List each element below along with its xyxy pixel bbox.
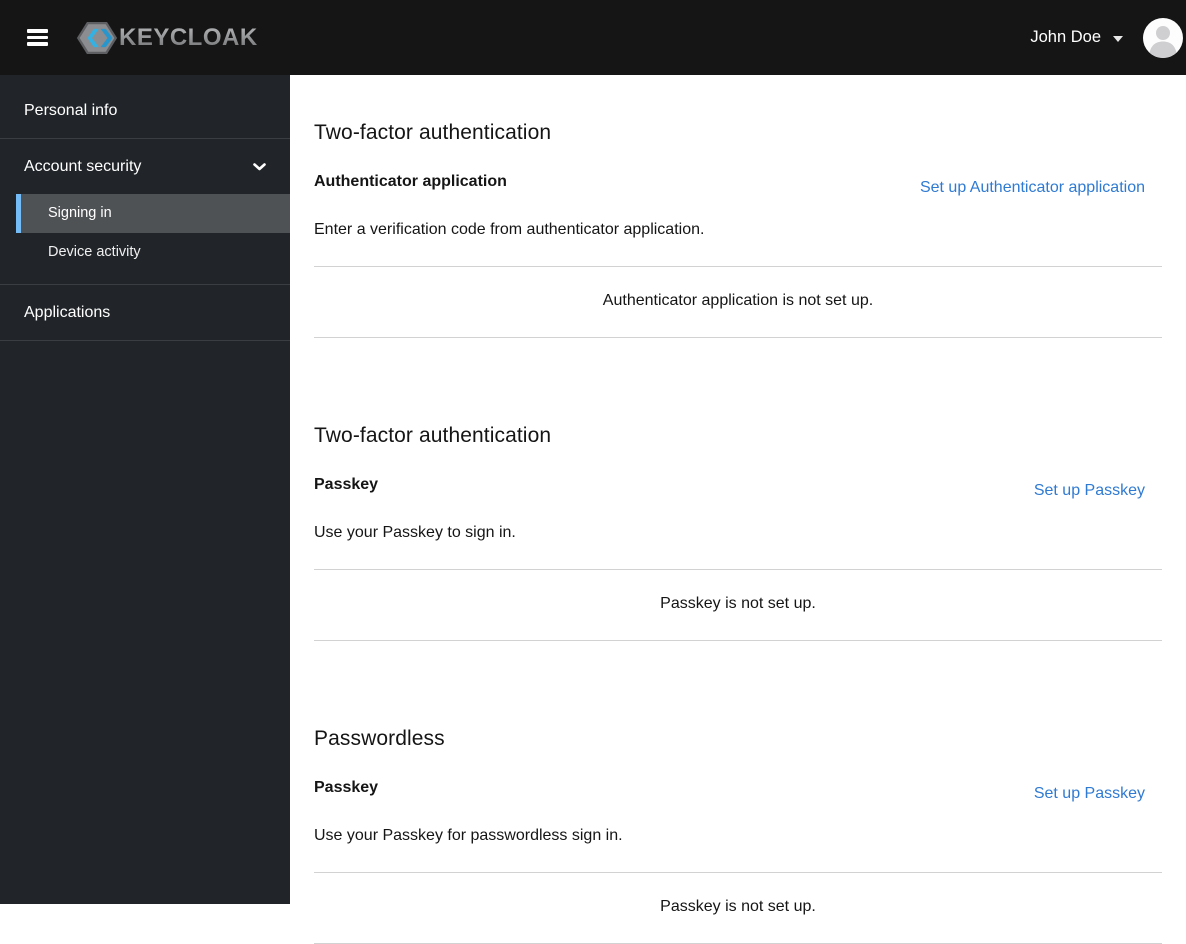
- sidebar-item-label: Applications: [24, 304, 111, 321]
- sidebar-item-account-security[interactable]: Account security: [0, 147, 290, 186]
- credential-description: Use your Passkey for passwordless sign i…: [314, 827, 623, 844]
- keycloak-logo[interactable]: KEYCLOAK: [76, 21, 258, 55]
- section-passwordless: Passwordless Passkey Set up Passkey Use …: [314, 725, 1162, 944]
- main-content: Two-factor authentication Authenticator …: [290, 75, 1186, 944]
- empty-state-message: Passkey is not set up.: [660, 898, 816, 915]
- section-two-factor-authenticator: Two-factor authentication Authenticator …: [314, 119, 1162, 338]
- sidebar-item-label: Account security: [24, 158, 142, 175]
- chevron-down-icon: [1113, 35, 1123, 42]
- user-name: John Doe: [1030, 28, 1101, 46]
- nav-section: Account security Signing in Device activ…: [0, 139, 290, 285]
- keycloak-hexagon-icon: [76, 21, 118, 55]
- page-body: Personal info Account security Signing i…: [0, 75, 1186, 944]
- subnav-account-security: Signing in Device activity: [0, 194, 290, 276]
- empty-state-message: Authenticator application is not set up.: [602, 292, 874, 309]
- avatar[interactable]: [1143, 17, 1183, 58]
- divider: [314, 640, 1162, 641]
- credential-title: Authenticator application: [314, 173, 507, 190]
- sidebar-nav: Personal info Account security Signing i…: [0, 75, 290, 904]
- section-heading: Passwordless: [314, 727, 445, 750]
- nav-toggle-button[interactable]: [14, 15, 60, 61]
- setup-authenticator-link[interactable]: Set up Authenticator application: [920, 176, 1145, 200]
- divider: [314, 337, 1162, 338]
- sidebar-item-personal-info[interactable]: Personal info: [0, 91, 290, 130]
- user-menu-dropdown[interactable]: John Doe: [1030, 28, 1123, 47]
- empty-state-message: Passkey is not set up.: [660, 595, 816, 612]
- sidebar-item-applications[interactable]: Applications: [0, 293, 290, 332]
- sidebar-item-label: Personal info: [24, 102, 118, 119]
- credential-row-header: Passkey Set up Passkey: [314, 473, 1162, 503]
- nav-section: Personal info: [0, 75, 290, 139]
- credential-title: Passkey: [314, 779, 379, 796]
- section-heading: Two-factor authentication: [314, 424, 552, 447]
- section-heading: Two-factor authentication: [314, 121, 552, 144]
- setup-passkey-passwordless-link[interactable]: Set up Passkey: [1034, 782, 1145, 806]
- menu-icon: [26, 29, 48, 33]
- setup-passkey-link[interactable]: Set up Passkey: [1034, 479, 1145, 503]
- sidebar-item-signing-in[interactable]: Signing in: [16, 194, 290, 233]
- credential-title: Passkey: [314, 476, 379, 493]
- section-two-factor-passkey: Two-factor authentication Passkey Set up…: [314, 422, 1162, 641]
- brand-text: KEYCLOAK: [119, 23, 258, 51]
- credential-row-header: Authenticator application Set up Authent…: [314, 170, 1162, 200]
- masthead: KEYCLOAK John Doe: [0, 0, 1186, 75]
- nav-section: Applications: [0, 285, 290, 341]
- credential-description: Use your Passkey to sign in.: [314, 524, 516, 541]
- chevron-down-icon: [253, 162, 266, 171]
- credential-description: Enter a verification code from authentic…: [314, 221, 705, 238]
- sidebar-item-device-activity[interactable]: Device activity: [16, 233, 290, 272]
- credential-row-header: Passkey Set up Passkey: [314, 776, 1162, 806]
